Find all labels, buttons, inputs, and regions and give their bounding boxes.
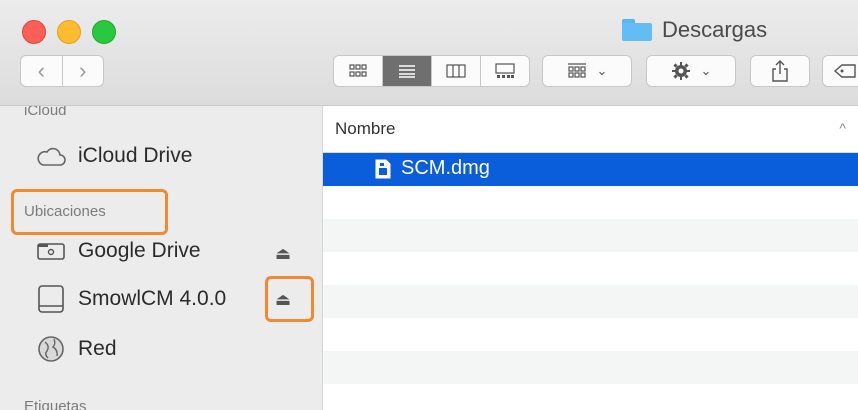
- sidebar-item-red[interactable]: Red: [36, 334, 117, 364]
- grid-icon: [349, 64, 367, 77]
- gallery-icon: [495, 63, 515, 78]
- empty-row: [323, 285, 858, 318]
- file-list: Nombre ^ SCM.dmg: [323, 106, 858, 410]
- empty-row: [323, 351, 858, 384]
- window-title-label: Descargas: [662, 17, 768, 42]
- chevron-down-icon: ⌄: [700, 63, 712, 78]
- navigation-group: ‹ ›: [20, 55, 104, 87]
- list-icon: [399, 65, 415, 78]
- section-heading-etiquetas: Etiquetas: [24, 398, 87, 410]
- cloud-icon: [37, 147, 66, 166]
- globe-icon: [38, 336, 64, 362]
- gallery-view-button[interactable]: [480, 56, 529, 86]
- chevron-left-icon: ‹: [37, 58, 45, 83]
- forward-button[interactable]: ›: [61, 56, 104, 86]
- chevron-right-icon: ›: [79, 58, 87, 83]
- sidebar-item-smowlcm[interactable]: SmowlCM 4.0.0: [36, 284, 226, 314]
- zoom-window-button[interactable]: [92, 20, 116, 44]
- toolbar: Descargas ‹ › ⌄ ⌄: [0, 0, 858, 106]
- columns-icon: [446, 64, 466, 78]
- empty-row: [323, 384, 858, 410]
- finder-window: Descargas ‹ › ⌄ ⌄ iCloud iCloud Drive Ub…: [0, 0, 858, 410]
- arrange-button[interactable]: ⌄: [542, 55, 632, 87]
- sort-ascending-icon: ^: [839, 120, 846, 136]
- section-heading-icloud: iCloud: [24, 106, 67, 119]
- list-view-button[interactable]: [382, 56, 431, 86]
- document-icon: [375, 159, 391, 178]
- close-window-button[interactable]: [22, 20, 46, 44]
- share-button[interactable]: [750, 55, 810, 87]
- sidebar-item-google-drive[interactable]: Google Drive: [36, 239, 201, 263]
- empty-row: [323, 318, 858, 351]
- folder-icon: [622, 19, 652, 41]
- empty-row: [323, 186, 858, 219]
- file-row[interactable]: SCM.dmg: [323, 153, 858, 186]
- tags-button[interactable]: [822, 55, 858, 87]
- window-title: Descargas: [622, 16, 767, 44]
- chevron-down-icon: ⌄: [596, 63, 608, 78]
- arrange-grid-icon: [567, 63, 586, 78]
- sidebar: iCloud iCloud Drive Ubicaciones Google D…: [0, 106, 323, 410]
- sidebar-item-label: Red: [78, 337, 117, 360]
- empty-row: [323, 219, 858, 252]
- icon-view-button[interactable]: [334, 56, 382, 86]
- file-row-content: SCM.dmg: [375, 157, 490, 180]
- column-view-button[interactable]: [431, 56, 480, 86]
- empty-row: [323, 252, 858, 285]
- minimize-window-button[interactable]: [57, 20, 81, 44]
- drive-icon: [37, 243, 65, 260]
- tag-icon: [833, 64, 856, 78]
- back-button[interactable]: ‹: [21, 56, 62, 86]
- sidebar-item-label: iCloud Drive: [78, 144, 193, 167]
- file-name: SCM.dmg: [401, 157, 490, 179]
- sidebar-item-icloud-drive[interactable]: iCloud Drive: [36, 144, 192, 168]
- highlight-ubicaciones: [11, 189, 168, 235]
- view-mode-group: [333, 55, 530, 87]
- action-button[interactable]: ⌄: [646, 55, 736, 87]
- column-header-nombre[interactable]: Nombre ^: [323, 106, 858, 153]
- sidebar-item-label: Google Drive: [78, 239, 201, 262]
- disk-icon: [38, 285, 64, 313]
- sidebar-item-label: SmowlCM 4.0.0: [78, 287, 227, 310]
- highlight-eject: [265, 276, 314, 322]
- share-icon: [772, 60, 788, 82]
- eject-icon[interactable]: ⏏: [275, 244, 291, 264]
- column-header-label: Nombre: [335, 119, 396, 138]
- gear-icon: [671, 62, 690, 80]
